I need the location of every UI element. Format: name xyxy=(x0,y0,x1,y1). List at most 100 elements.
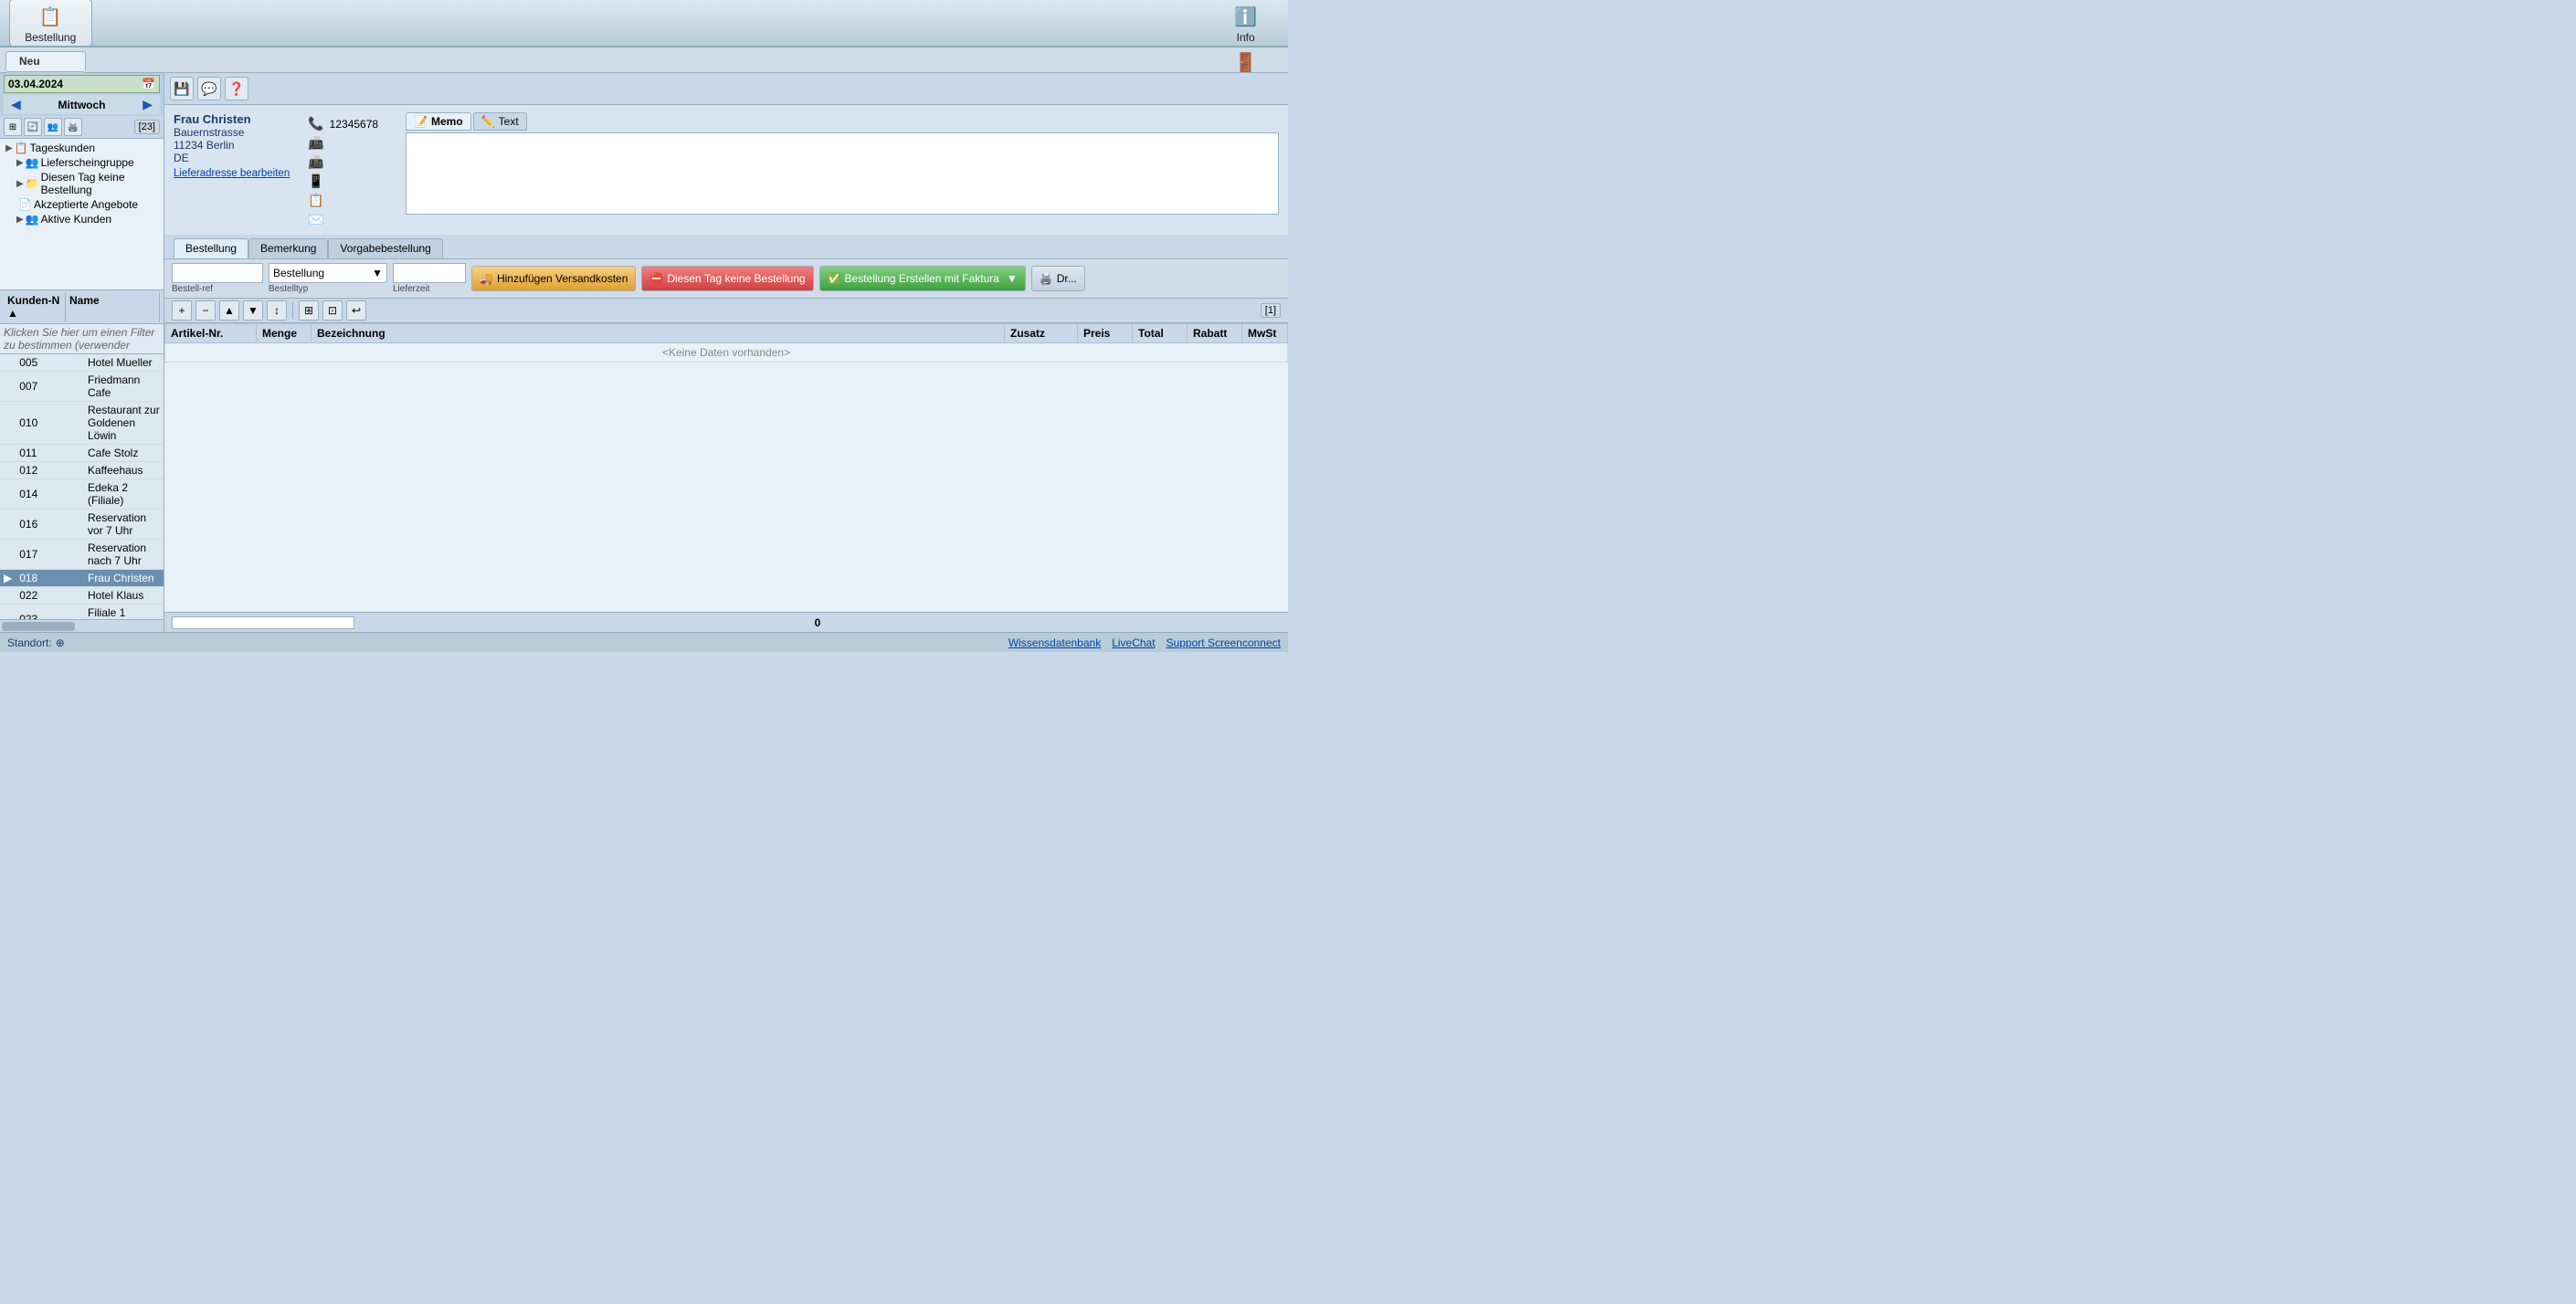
customer-street: Bauernstrasse xyxy=(174,126,290,139)
col-name[interactable]: Name xyxy=(66,292,160,321)
screenconnect-link[interactable]: Support Screenconnect xyxy=(1167,636,1281,649)
move-down-btn[interactable]: ▼ xyxy=(243,300,263,321)
remove-row-btn[interactable]: − xyxy=(195,300,216,321)
info-icon: ℹ️ xyxy=(1231,2,1261,31)
tree-item-label: Aktive Kunden xyxy=(41,213,111,226)
customer-row[interactable]: 005 Hotel Mueller xyxy=(0,354,164,372)
customer-row[interactable]: 007 Friedmann Cafe xyxy=(0,372,164,402)
customer-id: 016 xyxy=(16,510,84,540)
row-arrow xyxy=(0,479,16,510)
customer-row[interactable]: 014 Edeka 2 (Filiale) xyxy=(0,479,164,510)
order-table-header-row: Artikel-Nr. Menge Bezeichnung Zusatz Pre… xyxy=(165,324,1288,343)
tree-item-icon: 📋 xyxy=(15,142,28,154)
tab-neu[interactable]: Neu xyxy=(5,51,86,71)
calendar-icon[interactable]: 📅 xyxy=(142,78,155,90)
row-arrow xyxy=(0,605,16,620)
filter-row[interactable]: Klicken Sie hier um einen Filter zu best… xyxy=(0,324,164,354)
memo-tab-memo[interactable]: 📝 Memo xyxy=(406,112,471,131)
tree-area: ▶📋Tageskunden▶👥Lieferscheingruppe▶📁Diese… xyxy=(0,139,164,289)
order-tabs: Bestellung Bemerkung Vorgabebestellung xyxy=(164,235,1288,259)
customer-name-cell: Frau Christen xyxy=(84,570,164,587)
fax-row: 📠 xyxy=(308,135,378,151)
separator1 xyxy=(292,302,293,319)
customer-row[interactable]: 023 Filiale 1 Backwaren xyxy=(0,605,164,620)
edit-delivery-address-link[interactable]: Lieferadresse bearbeiten xyxy=(174,168,290,179)
bestell-ref-field: Bestell-ref xyxy=(172,263,263,294)
bestell-ref-input[interactable] xyxy=(172,263,263,283)
next-day-arrow[interactable]: ▶ xyxy=(139,97,156,112)
erstellen-btn[interactable]: ✅ Bestellung Erstellen mit Faktura ▼ xyxy=(819,266,1026,291)
footer-total: 0 xyxy=(354,616,1281,629)
date-input[interactable]: 03.04.2024 📅 xyxy=(4,75,160,93)
order-tab-bestellung[interactable]: Bestellung xyxy=(174,238,248,258)
tree-item[interactable]: 📄Akzeptierte Angebote xyxy=(2,197,162,212)
copy-order-btn[interactable]: ⊡ xyxy=(322,300,343,321)
col-kunden[interactable]: Kunden-N ▲ xyxy=(4,292,66,321)
sort-btn[interactable]: ↕ xyxy=(267,300,287,321)
undo-btn[interactable]: ↩ xyxy=(346,300,366,321)
row-arrow xyxy=(0,445,16,462)
order-tab-bemerkung[interactable]: Bemerkung xyxy=(248,238,328,258)
wissensdatenbank-link[interactable]: Wissensdatenbank xyxy=(1008,636,1101,649)
customer-name-cell: Reservation vor 7 Uhr xyxy=(84,510,164,540)
customer-name-cell: Restaurant zur Goldenen Löwin xyxy=(84,402,164,445)
customer-id: 007 xyxy=(16,372,84,402)
customer-row[interactable]: ▶ 018 Frau Christen xyxy=(0,570,164,587)
toolbar-item-bestellung[interactable]: 📋Bestellung xyxy=(9,0,92,47)
memo-content[interactable] xyxy=(406,132,1279,215)
print-btn[interactable]: 🖨️ xyxy=(64,118,82,136)
tree-item-label: Lieferscheingruppe xyxy=(41,156,134,169)
add-row-btn[interactable]: + xyxy=(172,300,192,321)
dropdown-arrow-icon: ▼ xyxy=(1007,272,1018,285)
row-arrow: ▶ xyxy=(0,570,16,587)
tree-item[interactable]: ▶👥Aktive Kunden xyxy=(2,212,162,226)
drucken-btn[interactable]: 🖨️ Dr... xyxy=(1031,266,1085,291)
col-total: Total xyxy=(1133,324,1188,343)
copy-btn[interactable]: ⊞ xyxy=(4,118,22,136)
horizontal-scrollbar[interactable] xyxy=(0,619,164,632)
save-btn[interactable]: 💾 xyxy=(170,77,194,100)
left-panel: 03.04.2024 📅 ◀ Mittwoch ▶ ⊞ 🔄 👥 🖨️ [23] … xyxy=(0,73,164,632)
customer-row[interactable]: 012 Kaffeehaus xyxy=(0,462,164,479)
tree-item-label: Akzeptierte Angebote xyxy=(34,198,138,211)
move-up-btn[interactable]: ▲ xyxy=(219,300,239,321)
prev-day-arrow[interactable]: ◀ xyxy=(7,97,25,112)
keine-bestellung-btn[interactable]: ⛔ Diesen Tag keine Bestellung xyxy=(641,266,813,291)
refresh-btn[interactable]: 🔄 xyxy=(24,118,42,136)
bestelltyp-select[interactable]: Bestellung ▼ xyxy=(269,263,387,283)
col-mwst: MwSt xyxy=(1242,324,1288,343)
help-btn[interactable]: ❓ xyxy=(225,77,248,100)
versandkosten-btn[interactable]: 🚚 Hinzufügen Versandkosten xyxy=(471,266,636,291)
order-tab-vorgabe[interactable]: Vorgabebestellung xyxy=(328,238,442,258)
customer-row[interactable]: 017 Reservation nach 7 Uhr xyxy=(0,540,164,570)
standort-label: Standort: xyxy=(7,636,52,649)
tree-item[interactable]: ▶📁Diesen Tag keine Bestellung xyxy=(2,170,162,197)
customer-address: Frau Christen Bauernstrasse 11234 Berlin… xyxy=(174,112,290,179)
customer-row[interactable]: 010 Restaurant zur Goldenen Löwin xyxy=(0,402,164,445)
grid-btn[interactable]: ⊞ xyxy=(299,300,319,321)
chat-btn[interactable]: 💬 xyxy=(197,77,221,100)
col-menge: Menge xyxy=(257,324,311,343)
group-btn[interactable]: 👥 xyxy=(44,118,62,136)
toolbar-item-info[interactable]: ℹ️Info xyxy=(1212,0,1279,46)
tree-item[interactable]: ▶👥Lieferscheingruppe xyxy=(2,155,162,170)
customer-row[interactable]: 016 Reservation vor 7 Uhr xyxy=(0,510,164,540)
tree-item[interactable]: ▶📋Tageskunden xyxy=(2,141,162,155)
misc-icon: 📋 xyxy=(308,193,323,208)
keine-bestellung-icon: ⛔ xyxy=(649,272,663,285)
tree-expand-icon: ▶ xyxy=(16,215,24,225)
customer-info: Frau Christen Bauernstrasse 11234 Berlin… xyxy=(164,105,1288,235)
dropdown-icon: ▼ xyxy=(372,267,383,279)
customer-row[interactable]: 022 Hotel Klaus xyxy=(0,587,164,605)
lieferzeit-input[interactable] xyxy=(393,263,466,283)
left-toolbar: ⊞ 🔄 👥 🖨️ [23] xyxy=(0,116,164,139)
tree-item-icon: 📁 xyxy=(26,177,39,190)
customer-row[interactable]: 011 Cafe Stolz xyxy=(0,445,164,462)
tree-item-icon: 👥 xyxy=(26,156,39,169)
text-tab-icon: ✏️ xyxy=(481,115,495,128)
order-data-table: Artikel-Nr. Menge Bezeichnung Zusatz Pre… xyxy=(164,323,1288,363)
row-arrow xyxy=(0,462,16,479)
customer-list: 005 Hotel Mueller 007 Friedmann Cafe 010… xyxy=(0,354,164,619)
livechat-link[interactable]: LiveChat xyxy=(1112,636,1155,649)
memo-tab-text[interactable]: ✏️ Text xyxy=(473,112,527,131)
